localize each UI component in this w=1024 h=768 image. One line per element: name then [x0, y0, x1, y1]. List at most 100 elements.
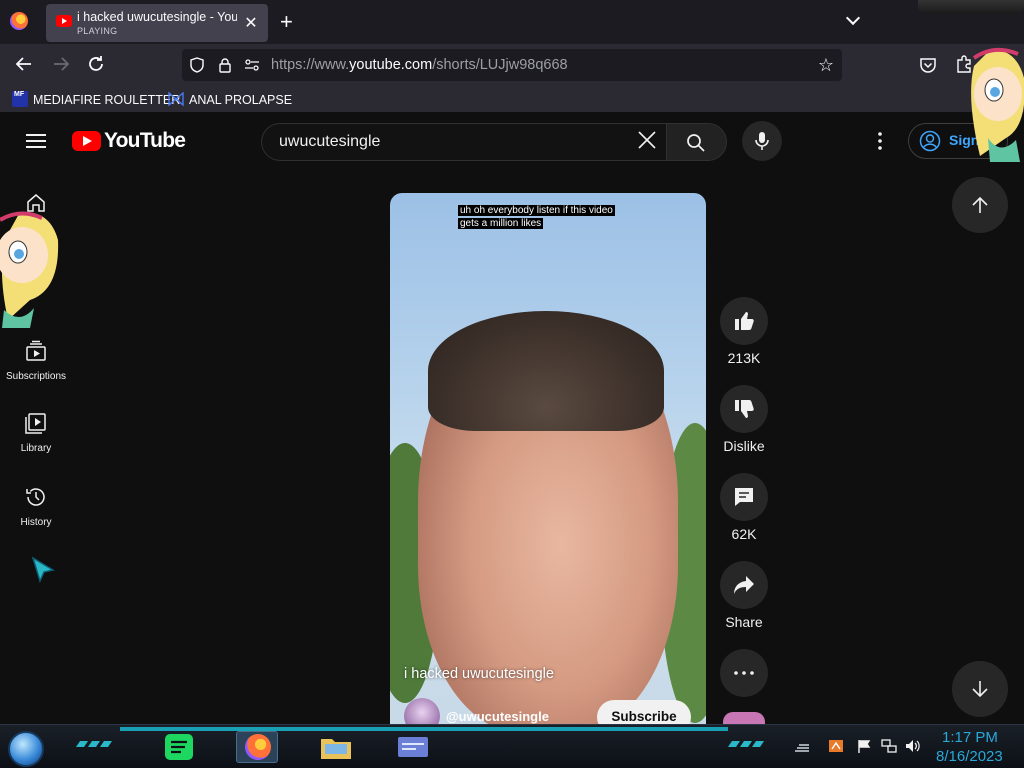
back-button[interactable] [13, 54, 35, 76]
url-prefix: https://www. [271, 57, 350, 73]
reload-button[interactable] [85, 54, 107, 76]
dislike-action[interactable]: Dislike [720, 385, 768, 454]
arrow-up-icon [972, 196, 988, 213]
list-all-tabs-chevron-icon[interactable] [845, 11, 863, 29]
window-frame-decoration [918, 0, 1024, 14]
person-hair [428, 311, 664, 431]
volume-icon[interactable] [905, 739, 921, 753]
bookmark-label: ANAL PROLAPSE [189, 93, 293, 107]
search-button[interactable] [666, 123, 727, 161]
history-icon [26, 488, 45, 506]
browser-tab-active[interactable]: i hacked uwucutesingle - YouTube PLAYING… [46, 4, 268, 42]
sidebar-item-subscriptions[interactable]: Subscriptions [0, 340, 72, 382]
sidebar-label: Library [20, 443, 52, 454]
bookmark-anal-prolapse[interactable]: ANAL PROLAPSE [168, 91, 292, 107]
settings-kebab-icon[interactable] [878, 132, 882, 150]
share-label: Share [725, 614, 763, 630]
comments-button[interactable] [720, 473, 768, 521]
menu-hamburger-icon[interactable] [26, 134, 46, 148]
subscriptions-icon [26, 340, 46, 361]
taskbar-decor-dashes [76, 741, 112, 747]
bookmark-mediafire-roulette[interactable]: MF MEDIAFIRE ROULETTER [12, 91, 180, 107]
next-short-button[interactable] [952, 661, 1008, 717]
arrow-down-icon [972, 681, 988, 698]
like-count: 213K [727, 350, 761, 366]
youtube-favicon-icon [56, 15, 72, 27]
share-button[interactable] [720, 561, 768, 609]
back-arrow-icon [15, 57, 31, 71]
dislike-label: Dislike [723, 438, 765, 454]
bookmark-label: MEDIAFIRE ROULETTER [33, 93, 181, 107]
taskbar-app-spotify[interactable] [158, 731, 200, 763]
spotify-icon [165, 734, 193, 760]
bookmark-star-icon[interactable]: ☆ [818, 55, 834, 76]
microphone-icon [755, 132, 769, 150]
channel-avatar[interactable] [404, 698, 440, 724]
url-bar[interactable]: https://www.youtube.com/shorts/LUJjw98q6… [182, 49, 842, 81]
tab-close-icon[interactable]: ✕ [242, 13, 260, 33]
tray-app-icon[interactable] [828, 739, 844, 753]
permissions-icon[interactable] [244, 57, 260, 73]
bookmarks-toolbar: MF MEDIAFIRE ROULETTER ANAL PROLAPSE [0, 86, 1024, 112]
like-action[interactable]: 213K [720, 297, 768, 366]
url-path: /shorts/LUJjw98q668 [432, 57, 568, 73]
sidebar-item-library[interactable]: Library [0, 412, 72, 454]
taskbar-app-window[interactable] [392, 731, 434, 763]
library-icon [25, 413, 46, 434]
forward-button[interactable] [50, 54, 72, 76]
comments-action[interactable]: 62K [720, 473, 768, 542]
account-icon [919, 130, 941, 152]
more-actions[interactable] [720, 649, 768, 697]
network-icon[interactable] [881, 739, 897, 753]
taskbar-decor-dashes-right [728, 741, 764, 747]
pocket-icon[interactable] [919, 56, 937, 74]
more-actions-button[interactable] [720, 649, 768, 697]
forward-arrow-icon [54, 57, 70, 71]
share-action[interactable]: Share [720, 561, 768, 630]
folder-icon [321, 739, 351, 759]
short-title[interactable]: i hacked uwucutesingle [404, 666, 554, 682]
previous-short-button[interactable] [952, 177, 1008, 233]
url-host: youtube.com [349, 57, 433, 73]
search-input[interactable]: uwucutesingle [261, 123, 667, 161]
reload-icon [89, 56, 103, 71]
like-button[interactable] [720, 297, 768, 345]
show-desktop-icon[interactable] [794, 739, 810, 753]
clear-search-icon[interactable] [637, 130, 657, 150]
search-query: uwucutesingle [279, 133, 381, 150]
youtube-logo-text[interactable]: YouTube [104, 129, 186, 153]
lock-icon[interactable] [217, 57, 233, 73]
browser-navbar: https://www.youtube.com/shorts/LUJjw98q6… [0, 44, 1024, 86]
firefox-taskbar-icon [245, 734, 271, 760]
comment-icon [735, 488, 753, 506]
url-text[interactable]: https://www.youtube.com/shorts/LUJjw98q6… [271, 57, 568, 73]
bookmark-icon [168, 91, 184, 107]
os-taskbar: 1:17 PM 8/16/2023 [0, 724, 1024, 768]
dislike-button[interactable] [720, 385, 768, 433]
clock-time[interactable]: 1:17 PM [942, 729, 998, 746]
audio-source-avatar[interactable] [723, 712, 765, 724]
start-button[interactable] [8, 731, 44, 767]
video-caption: uh oh everybody listen if this video get… [458, 204, 615, 230]
cartoon-girl-sticker-right [971, 47, 1024, 162]
action-center-flag-icon[interactable] [857, 739, 873, 753]
new-tab-button[interactable]: + [280, 9, 293, 35]
caption-line-2: gets a million likes [458, 218, 544, 229]
youtube-logo-icon[interactable] [72, 131, 101, 151]
clock-date[interactable]: 8/16/2023 [936, 748, 1003, 765]
tab-playing-status: PLAYING [77, 26, 118, 36]
sidebar-label: History [20, 517, 52, 528]
cartoon-girl-sticker-left [0, 211, 59, 328]
thumbs-down-icon [735, 400, 754, 418]
channel-name[interactable]: @uwucutesingle [446, 709, 549, 724]
youtube-page: YouTube uwucutesingle Sign in Subscripti… [0, 112, 1024, 724]
taskbar-app-firefox[interactable] [236, 731, 278, 763]
voice-search-button[interactable] [742, 121, 782, 161]
subscribe-button[interactable]: Subscribe [597, 700, 691, 724]
tracking-protection-shield-icon[interactable] [189, 57, 205, 73]
sidebar-item-history[interactable]: History [0, 486, 72, 528]
taskbar-app-explorer[interactable] [315, 731, 357, 763]
firefox-logo-icon[interactable] [10, 12, 28, 30]
short-video-player[interactable]: uh oh everybody listen if this video get… [390, 193, 706, 724]
mediafire-icon: MF [12, 91, 28, 107]
